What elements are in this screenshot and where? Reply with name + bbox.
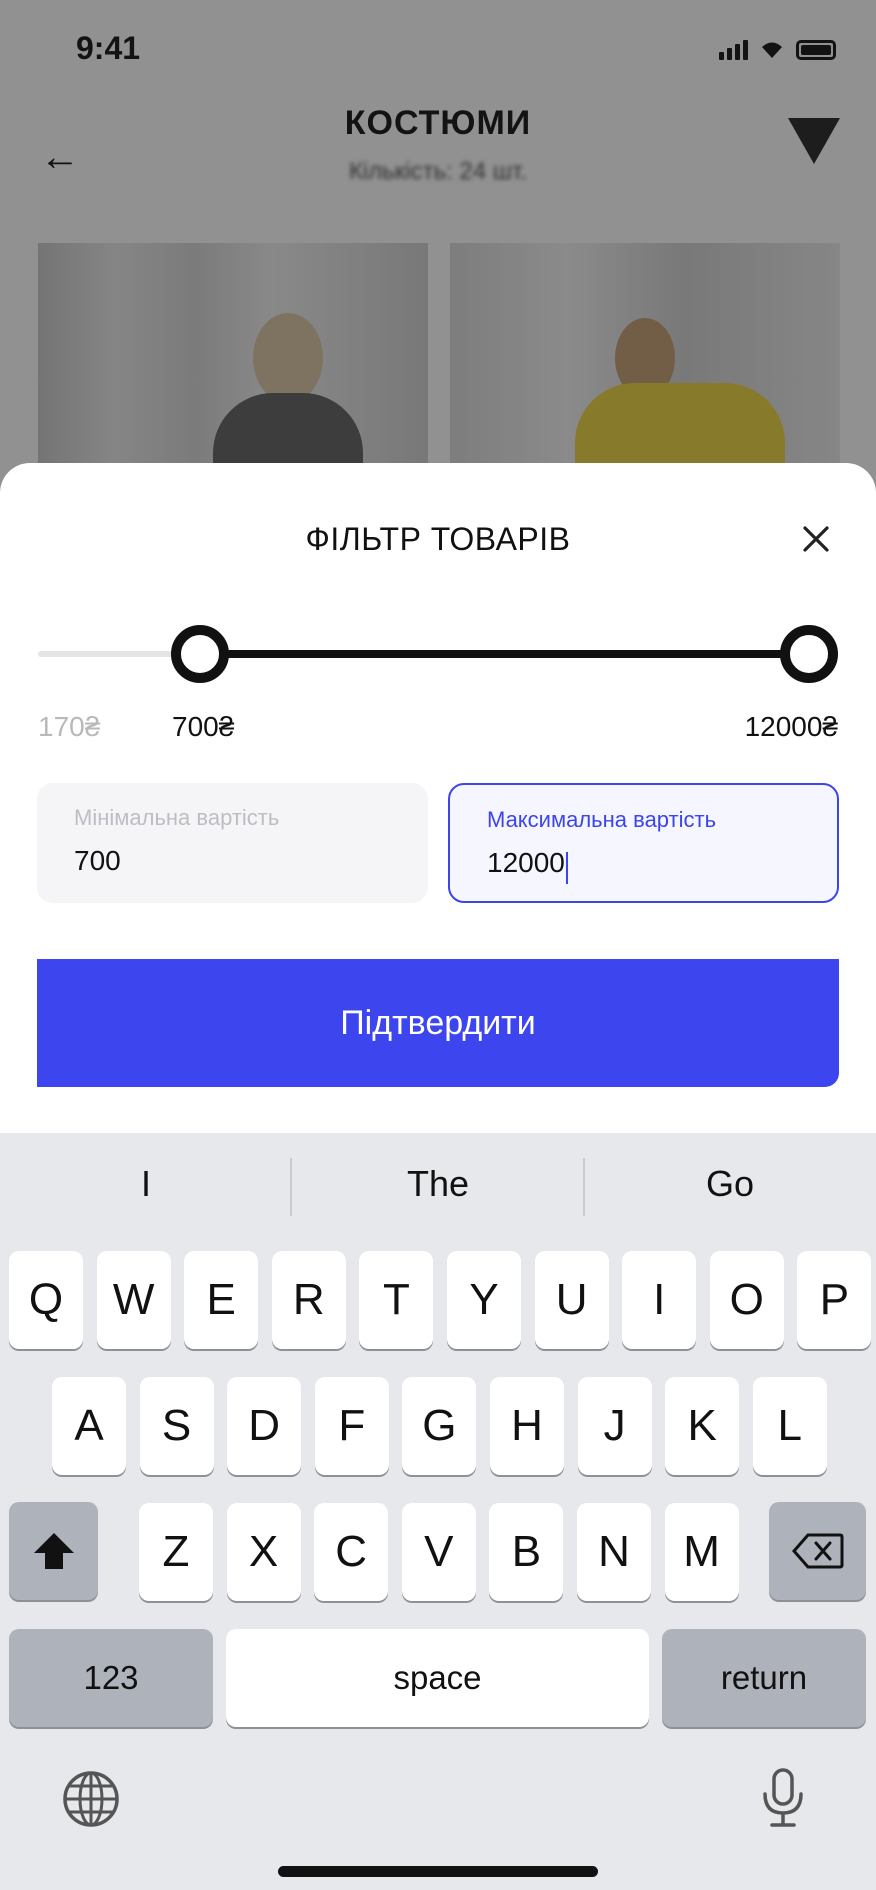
- min-price-field[interactable]: Мінімальна вартість 700: [37, 783, 428, 903]
- key-e[interactable]: E: [184, 1251, 259, 1349]
- key-h[interactable]: H: [490, 1377, 564, 1475]
- home-indicator: [278, 1866, 598, 1877]
- key-q[interactable]: Q: [9, 1251, 83, 1349]
- key-f[interactable]: F: [314, 1377, 389, 1475]
- key-n[interactable]: N: [577, 1503, 651, 1601]
- key-u[interactable]: U: [534, 1251, 609, 1349]
- range-min-label: 170₴: [38, 711, 101, 742]
- slider-selected-range: [200, 650, 809, 658]
- key-z[interactable]: Z: [139, 1503, 213, 1601]
- max-price-field[interactable]: Максимальна вартість 12000: [448, 783, 839, 903]
- sheet-title: ФІЛЬТР ТОВАРІВ: [305, 521, 571, 557]
- slider-min-thumb[interactable]: [171, 625, 229, 683]
- suggestion-bar: I The Go: [0, 1133, 876, 1243]
- key-v[interactable]: V: [401, 1503, 476, 1601]
- slider-max-thumb[interactable]: [780, 625, 838, 683]
- suggestion-item[interactable]: Go: [584, 1163, 876, 1205]
- key-p[interactable]: P: [797, 1251, 872, 1349]
- confirm-button[interactable]: Підтвердити: [37, 959, 839, 1087]
- key-y[interactable]: Y: [447, 1251, 521, 1349]
- key-x[interactable]: X: [226, 1503, 301, 1601]
- background-screen: 9:41 ← КОСТЮМИ Кількість: 24 шт.: [0, 0, 876, 543]
- key-g[interactable]: G: [402, 1377, 477, 1475]
- microphone-icon[interactable]: [760, 1767, 806, 1829]
- key-a[interactable]: A: [52, 1377, 126, 1475]
- selected-min-label: 700₴: [172, 711, 235, 742]
- key-c[interactable]: C: [314, 1503, 389, 1601]
- key-t[interactable]: T: [359, 1251, 434, 1349]
- min-price-label: Мінімальна вартість: [74, 805, 280, 830]
- suggestion-item[interactable]: I: [0, 1163, 292, 1205]
- numbers-key[interactable]: 123: [9, 1629, 213, 1727]
- key-r[interactable]: R: [271, 1251, 346, 1349]
- price-range-slider[interactable]: [0, 625, 876, 683]
- keyboard: I The Go QWERTYUIOPASDFGHJKLZXCVBNM 123 …: [0, 1133, 876, 1890]
- return-key[interactable]: return: [662, 1629, 866, 1727]
- key-m[interactable]: M: [664, 1503, 739, 1601]
- key-s[interactable]: S: [139, 1377, 214, 1475]
- close-icon: [803, 526, 829, 552]
- suggestion-item[interactable]: The: [292, 1163, 584, 1205]
- min-price-input[interactable]: 700: [74, 845, 121, 877]
- backspace-icon: [791, 1533, 843, 1569]
- max-price-label: Максимальна вартість: [487, 807, 717, 832]
- key-l[interactable]: L: [752, 1377, 827, 1475]
- key-j[interactable]: J: [577, 1377, 652, 1475]
- selected-max-label: 12000₴: [744, 711, 838, 742]
- space-key[interactable]: space: [226, 1629, 649, 1727]
- modal-overlay[interactable]: [0, 0, 876, 520]
- backspace-key[interactable]: [769, 1502, 866, 1600]
- key-b[interactable]: B: [489, 1503, 564, 1601]
- key-i[interactable]: I: [622, 1251, 697, 1349]
- close-button[interactable]: [792, 515, 840, 563]
- max-price-input[interactable]: 12000: [487, 847, 565, 879]
- text-cursor: [565, 851, 568, 884]
- key-k[interactable]: K: [665, 1377, 740, 1475]
- key-d[interactable]: D: [227, 1377, 302, 1475]
- shift-key[interactable]: [9, 1502, 98, 1600]
- key-o[interactable]: O: [709, 1251, 784, 1349]
- shift-icon: [33, 1533, 74, 1569]
- key-w[interactable]: W: [96, 1251, 171, 1349]
- filter-sheet: ФІЛЬТР ТОВАРІВ 170₴ 700₴ 12000₴ Мінімаль…: [0, 463, 876, 1133]
- globe-icon[interactable]: [62, 1770, 120, 1828]
